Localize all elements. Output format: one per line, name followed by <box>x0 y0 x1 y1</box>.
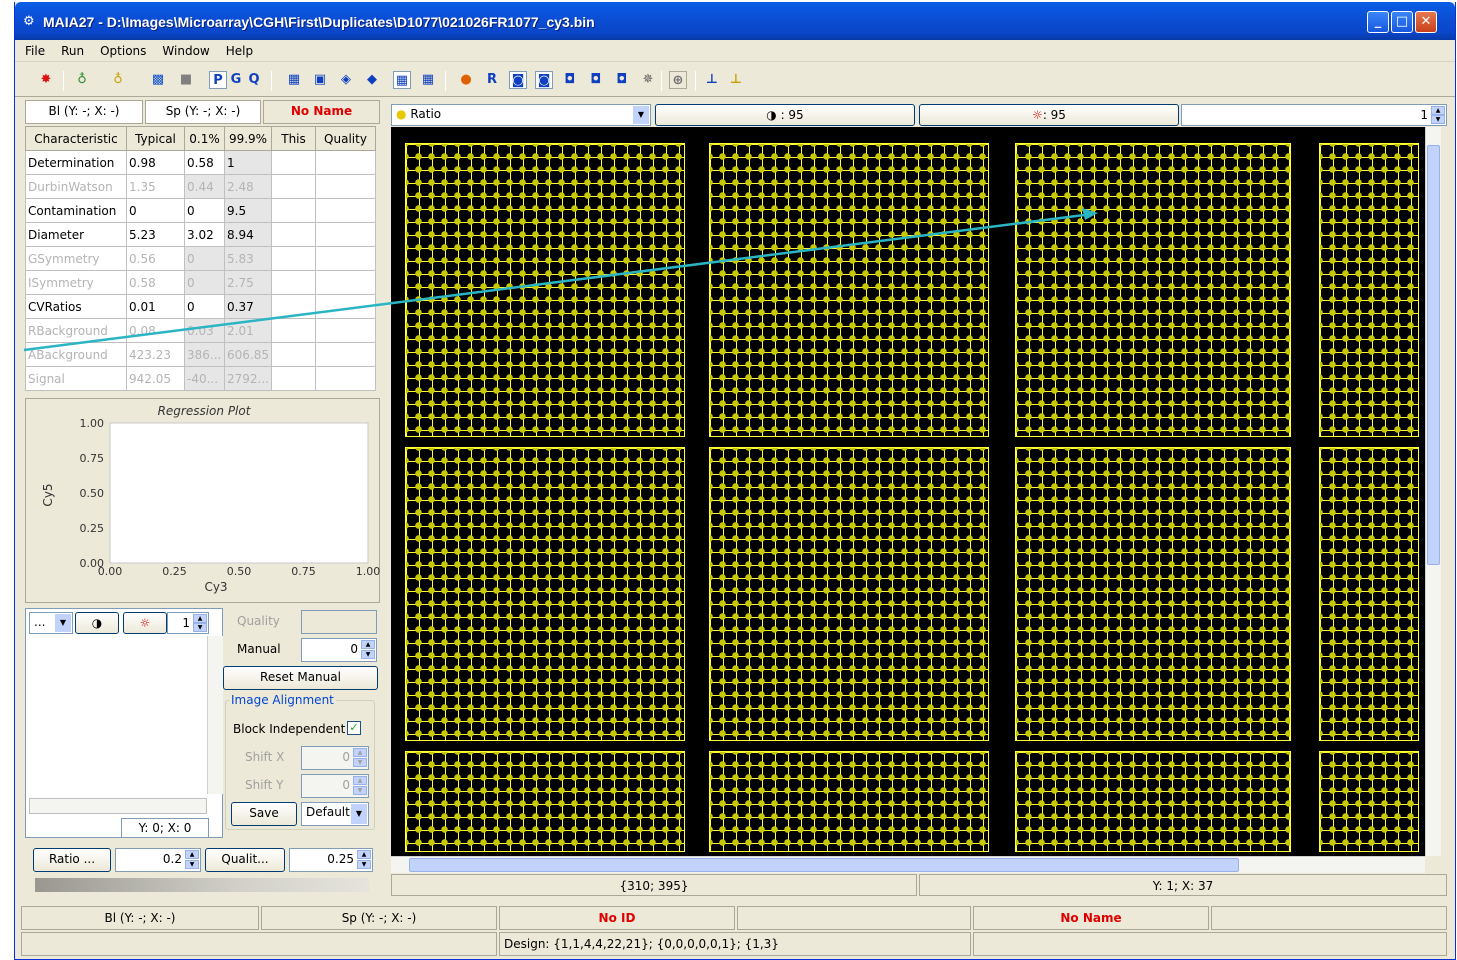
annotation-arrow <box>23 212 1093 352</box>
annotation-arrow-layer <box>23 208 1098 352</box>
annotation-arrowhead-icon <box>1082 208 1098 220</box>
